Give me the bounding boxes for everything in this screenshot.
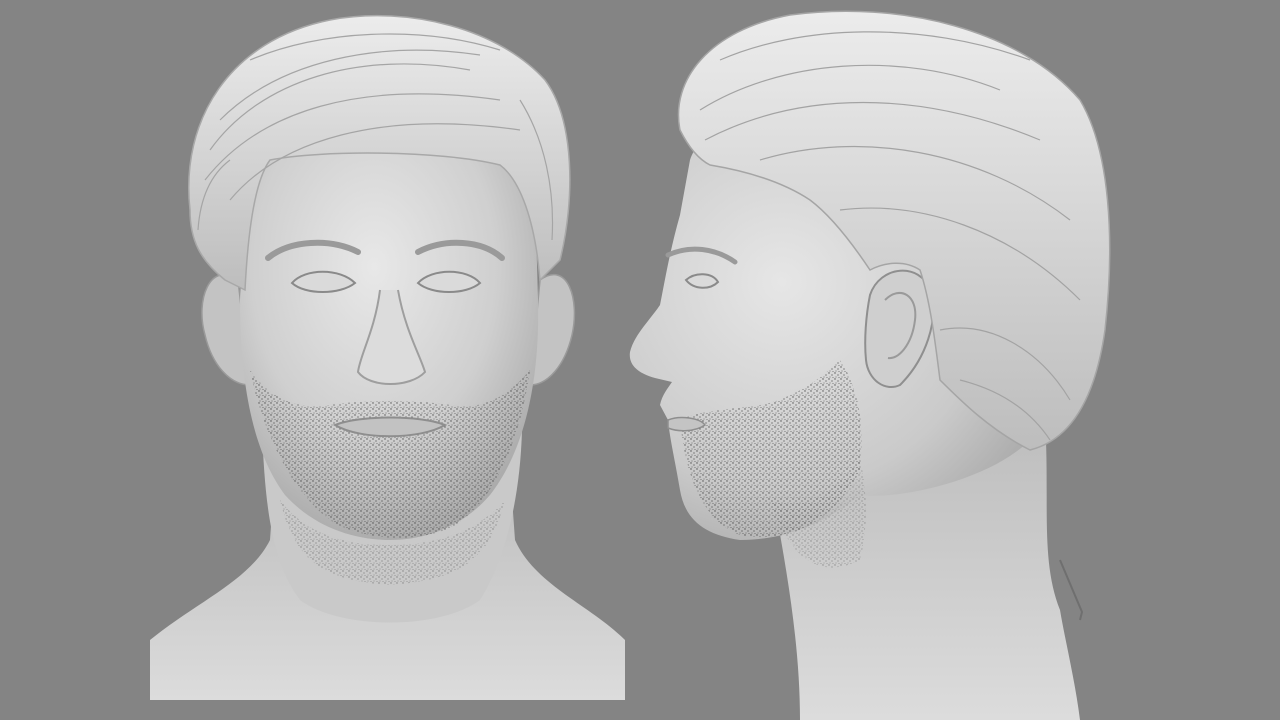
viewport-canvas bbox=[0, 0, 1280, 720]
side-neck-cut bbox=[1059, 559, 1084, 621]
sculpt-render bbox=[150, 10, 1111, 720]
side-view-bust bbox=[629, 10, 1111, 720]
front-view-bust bbox=[150, 14, 625, 700]
